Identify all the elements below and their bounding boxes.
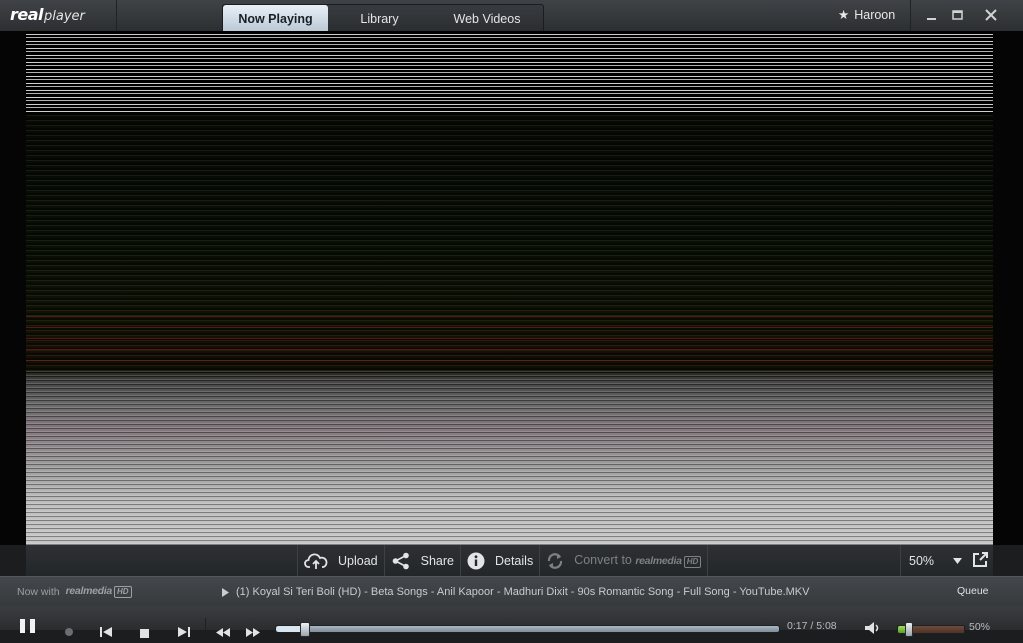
next-button[interactable] (178, 624, 190, 642)
queue-button[interactable]: Queue (957, 585, 989, 597)
video-display[interactable] (26, 31, 993, 545)
video-frame (0, 31, 1023, 545)
upload-label: Upload (338, 553, 378, 568)
details-button[interactable]: Details (459, 545, 539, 576)
status-bar: Now with realmedia HD (1) Koyal Si Teri B… (0, 576, 1023, 607)
seek-bar[interactable] (275, 622, 780, 637)
realmedia-logo: realmedia (65, 585, 113, 597)
zoom-value: 50% (909, 553, 935, 568)
convert-icon (546, 552, 564, 570)
details-label: Details (494, 553, 534, 568)
maximize-button[interactable] (946, 5, 968, 25)
share-icon (391, 552, 411, 570)
logo-real-text: real (10, 5, 44, 24)
logo-player-text: player (44, 9, 85, 24)
hd-badge: HD (113, 586, 132, 598)
mute-button[interactable] (865, 621, 881, 639)
close-button[interactable] (980, 5, 1002, 25)
fast-forward-icon (246, 628, 260, 637)
title-divider (910, 0, 911, 31)
share-button[interactable]: Share (383, 545, 460, 576)
title-divider (116, 0, 117, 31)
pause-button[interactable] (20, 619, 38, 638)
track-title: (1) Koyal Si Teri Boli (HD) - Beta Songs… (236, 586, 810, 598)
now-playing-track[interactable]: (1) Koyal Si Teri Boli (HD) - Beta Songs… (222, 586, 809, 598)
zoom-dropdown[interactable]: 50% (900, 545, 966, 576)
title-bar: real player Now Playing Library Web Vide… (0, 0, 1023, 32)
close-icon (985, 9, 997, 21)
minimize-button[interactable] (920, 5, 942, 25)
share-label: Share (420, 553, 454, 568)
transport-bar: 0:17 / 5:08 50% (0, 606, 1023, 638)
rewind-icon (216, 628, 230, 637)
next-icon (178, 627, 190, 637)
transport-divider (205, 618, 206, 630)
video-artifact-bottom (26, 371, 993, 545)
star-icon: ★ (838, 8, 850, 22)
record-button[interactable] (64, 624, 74, 642)
popout-button[interactable] (971, 551, 989, 569)
record-icon (65, 628, 73, 636)
stop-button[interactable] (140, 625, 149, 643)
popout-icon (973, 552, 988, 567)
hd-badge: HD (683, 556, 702, 568)
user-account[interactable]: ★ Haroon (838, 7, 896, 23)
previous-icon (100, 627, 112, 637)
main-tabs: Now Playing Library Web Videos (222, 4, 544, 32)
cloud-upload-icon (304, 552, 328, 570)
chevron-down-icon (953, 557, 962, 564)
fast-forward-button[interactable] (246, 624, 260, 642)
action-buttons: Upload Share Details Convert to realmedi… (297, 545, 709, 576)
video-artifact-top (26, 31, 993, 113)
upload-button[interactable]: Upload (297, 545, 384, 576)
action-bar: Upload Share Details Convert to realmedi… (26, 545, 993, 576)
user-name: Haroon (854, 7, 896, 22)
info-icon (467, 552, 485, 570)
video-artifact-red (26, 311, 993, 371)
maximize-icon (951, 9, 963, 20)
tab-web-videos[interactable]: Web Videos (431, 5, 543, 32)
pause-icon (20, 619, 35, 633)
minimize-icon (926, 17, 936, 20)
time-display: 0:17 / 5:08 (787, 620, 837, 632)
rewind-button[interactable] (216, 624, 230, 642)
convert-button[interactable]: Convert to realmedia HD (539, 545, 707, 576)
play-small-icon (222, 587, 229, 597)
tab-library[interactable]: Library (328, 5, 431, 32)
now-with-label: Now with (17, 585, 60, 598)
now-with-promo[interactable]: Now with realmedia HD (17, 585, 132, 598)
realmedia-logo: realmedia (635, 555, 682, 567)
stop-icon (140, 629, 149, 638)
speaker-icon (865, 622, 879, 634)
previous-button[interactable] (100, 624, 112, 642)
tab-now-playing[interactable]: Now Playing (223, 5, 328, 32)
realplayer-logo[interactable]: real player (10, 5, 85, 25)
convert-label: Convert to realmedia HD (574, 553, 702, 568)
volume-percent: 50% (969, 621, 991, 633)
action-divider (707, 545, 709, 576)
